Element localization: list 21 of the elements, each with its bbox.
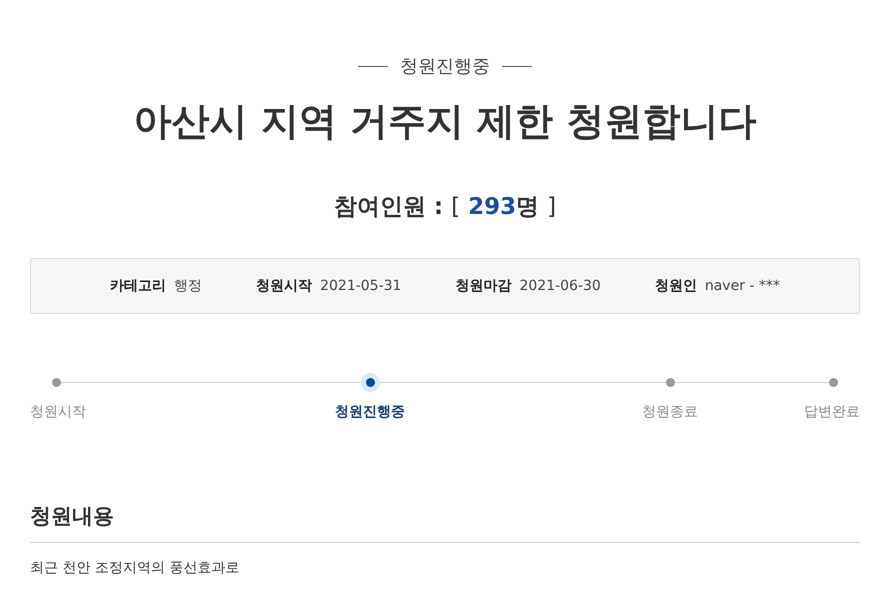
info-value: naver - *** xyxy=(704,278,780,294)
step-label: 청원진행중 xyxy=(335,403,405,421)
info-value: 2021-06-30 xyxy=(519,278,601,294)
participant-count: 293 xyxy=(468,194,516,220)
participants-label: 참여인원 : xyxy=(334,193,444,222)
step-label: 청원종료 xyxy=(642,403,698,421)
info-label: 청원시작 xyxy=(256,277,312,295)
bracket: ] xyxy=(547,194,556,220)
count-unit: 명 xyxy=(516,193,540,222)
info-label: 카테고리 xyxy=(110,277,166,295)
petition-status: 청원진행중 xyxy=(400,55,490,78)
petition-title: 아산시 지역 거주지 제한 청원합니다 xyxy=(132,98,758,145)
section-heading: 청원내용 xyxy=(30,502,860,543)
info-label: 청원마감 xyxy=(455,277,512,295)
info-label: 청원인 xyxy=(654,277,697,295)
step-label: 답변완료 xyxy=(804,403,860,421)
petition-text: 최근 천안 조정지역의 풍선효과로 xyxy=(30,559,240,577)
step-label: 청원시작 xyxy=(30,403,86,421)
info-value: 2021-05-31 xyxy=(320,278,402,294)
info-value: 행정 xyxy=(174,277,202,295)
bracket: [ xyxy=(451,194,460,220)
